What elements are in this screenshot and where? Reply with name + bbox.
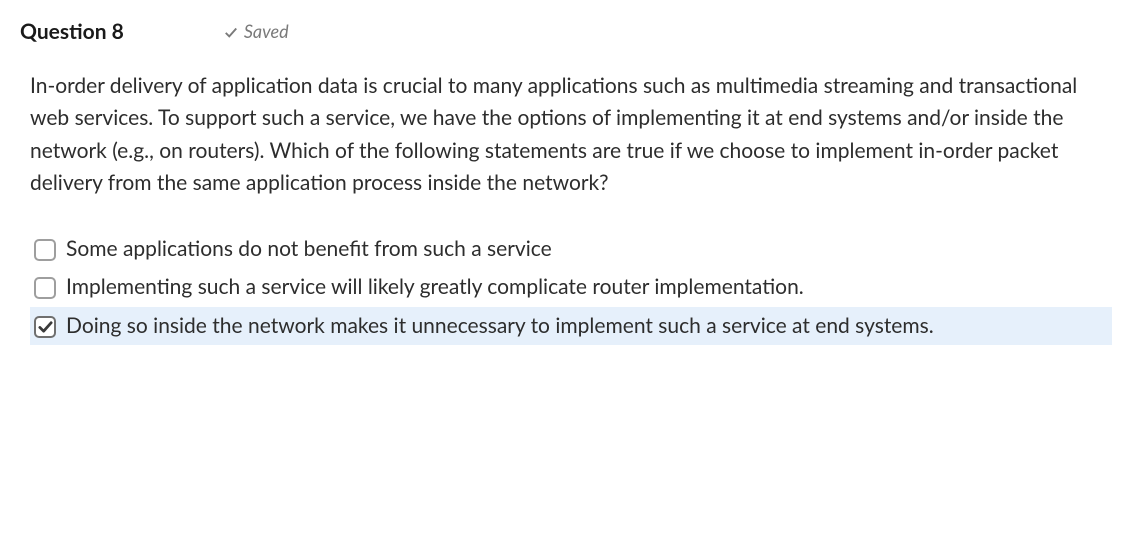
option-label: Doing so inside the network makes it unn… xyxy=(66,311,1112,341)
checkbox[interactable] xyxy=(34,239,56,261)
saved-label: Saved xyxy=(244,18,289,45)
checkbox[interactable] xyxy=(34,277,56,299)
saved-indicator: Saved xyxy=(224,18,289,45)
question-title: Question 8 xyxy=(20,16,124,48)
option-row[interactable]: Implementing such a service will likely … xyxy=(30,268,1112,306)
question-text: In-order delivery of application data is… xyxy=(20,70,1112,200)
check-icon xyxy=(224,25,238,39)
option-row[interactable]: Some applications do not benefit from su… xyxy=(30,230,1112,268)
checkbox[interactable] xyxy=(34,316,56,338)
option-label: Some applications do not benefit from su… xyxy=(66,234,1112,264)
options-list: Some applications do not benefit from su… xyxy=(20,230,1112,345)
option-row[interactable]: Doing so inside the network makes it unn… xyxy=(30,307,1112,345)
option-label: Implementing such a service will likely … xyxy=(66,272,1112,302)
question-header: Question 8 Saved xyxy=(20,16,1112,48)
